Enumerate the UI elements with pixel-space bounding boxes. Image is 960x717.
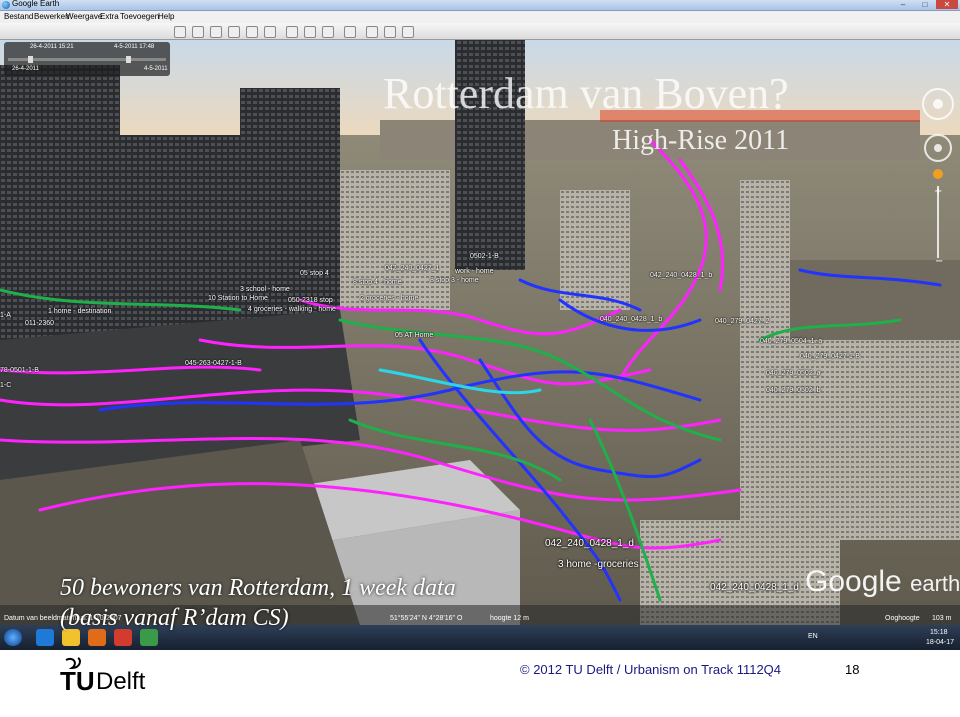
time-start: 26-4-2011 — [12, 66, 39, 72]
map-label[interactable]: 05 AT Home — [395, 332, 433, 339]
clock-time: 15:18 — [930, 629, 948, 636]
logo-delft-text: Delft — [96, 668, 146, 695]
map-label[interactable]: 040_279_0502_a — [766, 370, 821, 377]
map-label[interactable]: 78-0501-1-B — [0, 367, 39, 374]
menu-bestand[interactable]: Bestand — [4, 12, 33, 21]
window-titlebar: Google Earth – □ ✕ — [0, 0, 960, 11]
city-scene — [0, 40, 960, 625]
page-number: 18 — [845, 662, 860, 677]
map-label[interactable]: 040_279_0427_2 — [715, 318, 770, 325]
time-end-handle[interactable] — [126, 56, 131, 63]
time-end: 4-5-2011 — [144, 66, 168, 72]
ruler-button[interactable] — [344, 26, 356, 38]
minimize-button[interactable]: – — [892, 0, 914, 9]
map-label[interactable]: 040_279_0504_1_a — [760, 338, 822, 345]
slide-caption: 50 bewoners van Rotterdam, 1 week data (… — [60, 573, 456, 633]
record-tour-button[interactable] — [264, 26, 276, 38]
time-slider[interactable]: 26-4-2011 15:21 4-5-2011 17:48 26-4-2011… — [4, 42, 170, 76]
menu-bar: Bestand Bewerken Weergave Extra Toevoege… — [0, 11, 960, 23]
map-label[interactable]: 05 stop 4 — [300, 270, 329, 277]
map-label[interactable]: 042_240_0428_1_d — [710, 582, 799, 593]
sunlight-button[interactable] — [304, 26, 316, 38]
eye-altitude-label: Ooghoogte — [885, 615, 920, 622]
menu-bewerken[interactable]: Bewerken — [34, 12, 70, 21]
print-button[interactable] — [384, 26, 396, 38]
google-earth-app-icon — [2, 1, 10, 9]
map-label[interactable]: 045-263-0427-1-B — [185, 360, 242, 367]
map-label[interactable]: 011-2360 — [25, 320, 54, 327]
menu-extra[interactable]: Extra — [100, 12, 119, 21]
map-label[interactable]: 2 groceries - home — [360, 295, 418, 302]
time-slider-track[interactable] — [8, 54, 166, 64]
caption-line-1: 50 bewoners van Rotterdam, 1 week data — [60, 575, 456, 601]
footer-copyright: © 2012 TU Delft / Urbanism on Track 1112… — [520, 662, 782, 677]
map-label[interactable]: 3 school - home — [240, 286, 290, 293]
map-label[interactable]: 4 groceries - walking - home — [248, 306, 336, 313]
map-label[interactable]: 10 Station to Home — [208, 295, 268, 302]
google-logo-text: Google — [805, 565, 902, 598]
earth-3d-view[interactable]: 1 home - destination 10 Station to Home … — [0, 40, 960, 625]
map-label[interactable]: 042_240_0427_1 — [385, 265, 440, 272]
clock-date: 18-04-17 — [926, 639, 955, 646]
menu-weergave[interactable]: Weergave — [66, 12, 102, 21]
historical-imagery-button[interactable] — [286, 26, 298, 38]
image-overlay-button[interactable] — [246, 26, 258, 38]
maximize-button[interactable]: □ — [914, 0, 936, 9]
tu-delft-logo: TU Delft — [60, 656, 180, 696]
map-label[interactable]: 042_240_0428_1_d — [545, 538, 634, 549]
logo-tu-text: TU — [60, 666, 95, 696]
email-button[interactable] — [366, 26, 378, 38]
window-title: Google Earth — [12, 0, 60, 8]
sidebar-toggle-button[interactable] — [174, 26, 186, 38]
zoom-out-icon[interactable]: − — [935, 256, 943, 266]
menu-toevoegen[interactable]: Toevoegen — [120, 12, 159, 21]
elevation: hoogte 12 m — [490, 615, 529, 622]
caption-line-2: (basis vanaf R’dam CS) — [60, 605, 289, 631]
street-view-pegman-icon[interactable] — [933, 169, 943, 179]
start-button-icon[interactable] — [4, 629, 22, 646]
sky-button[interactable] — [322, 26, 334, 38]
google-earth-logo: Google earth — [805, 565, 960, 599]
time-start-handle[interactable] — [28, 56, 33, 63]
map-label[interactable]: 3 home -groceries — [558, 559, 639, 570]
map-label[interactable]: 050-2318 stop — [288, 297, 333, 304]
path-button[interactable] — [228, 26, 240, 38]
map-label[interactable]: 0502-1-B — [470, 253, 499, 260]
map-label[interactable]: 8 stop 4 - home — [353, 279, 402, 286]
navigation-controls[interactable]: + − — [920, 86, 956, 266]
map-label[interactable]: 1-C — [0, 382, 11, 389]
eye-icon[interactable] — [933, 99, 943, 109]
close-button[interactable]: ✕ — [936, 0, 958, 9]
hand-icon[interactable] — [934, 144, 942, 152]
map-label[interactable]: 040_240_0428_1_b — [600, 316, 662, 323]
map-label[interactable]: 042_240_0428_1_b — [650, 272, 712, 279]
earth-logo-text: earth — [910, 571, 960, 596]
view-in-maps-button[interactable] — [402, 26, 414, 38]
time-end-top: 4-5-2011 17:48 — [114, 44, 155, 50]
slide-title: Rotterdam van Boven? — [383, 69, 789, 118]
zoom-in-icon[interactable]: + — [934, 186, 942, 197]
map-label[interactable]: work - home — [455, 268, 494, 275]
internet-explorer-icon[interactable] — [36, 629, 54, 646]
polygon-button[interactable] — [210, 26, 222, 38]
language-indicator[interactable]: EN — [808, 633, 818, 640]
eye-altitude-value: 103 m — [932, 615, 952, 622]
placemark-button[interactable] — [192, 26, 204, 38]
map-label[interactable]: 1 home - destination — [48, 308, 111, 315]
menu-help[interactable]: Help — [158, 12, 174, 21]
map-label[interactable]: 040_279_0502_b — [766, 387, 821, 394]
slide-subtitle: High-Rise 2011 — [612, 125, 790, 156]
time-start-top: 26-4-2011 15:21 — [30, 44, 74, 50]
map-label[interactable]: 8 stop 3 - home — [430, 277, 479, 284]
map-label[interactable]: 1-A — [0, 312, 11, 319]
map-label[interactable]: 040_279_0427-1-B — [800, 353, 860, 360]
toolbar — [0, 23, 960, 40]
